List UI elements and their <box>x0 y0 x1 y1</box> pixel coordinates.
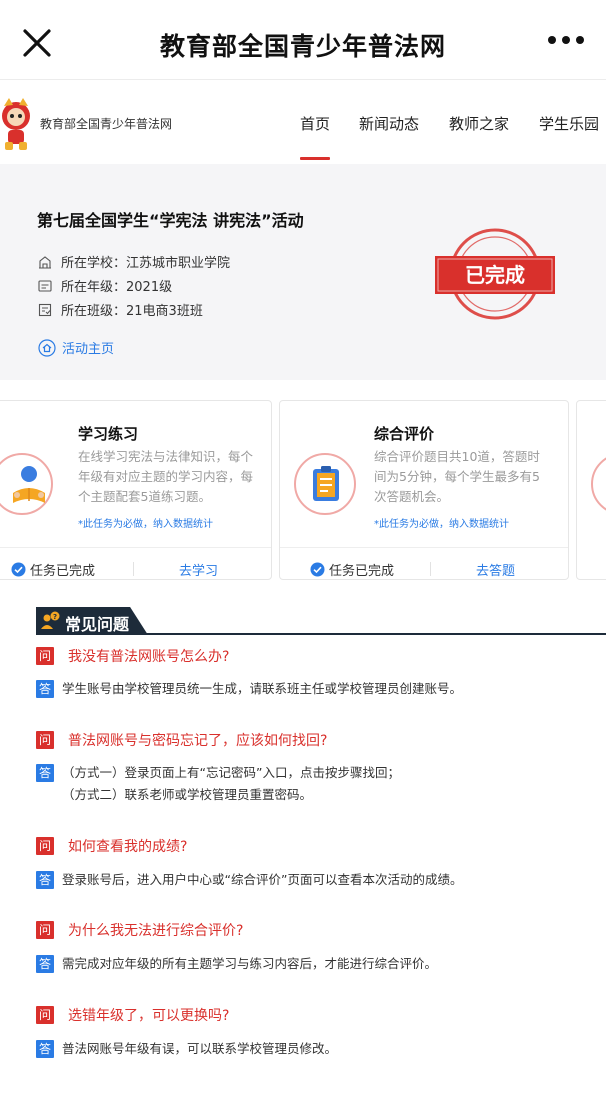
activity-home-link[interactable]: 活动主页 <box>38 338 114 357</box>
stamp-label: 已完成 <box>465 263 525 287</box>
home-link-label: 活动主页 <box>62 342 115 357</box>
task-card-evaluation: 综合评价 综合评价题目共10道，答题时 间为5分钟，每个学生最多有5 次答题机会… <box>279 400 569 580</box>
faq-question-1: 问我没有普法网账号怎么办? <box>36 646 229 666</box>
card-footer: 任务已完成 去答题 <box>280 547 568 579</box>
completed-stamp: 已完成 <box>435 228 555 320</box>
check-circle-icon <box>11 562 26 577</box>
faq-answer-1: 答 学生账号由学校管理员统一生成，请联系班主任或学校管理员创建账号。 <box>36 680 462 700</box>
card-title: 综合评价 <box>374 425 435 443</box>
nav-tab-news[interactable]: 新闻动态 <box>359 113 419 134</box>
school-icon <box>39 255 51 269</box>
site-header: 教育部全国青少年普法网 首页 新闻动态 教师之家 学生乐园 <box>0 80 606 164</box>
faq-tab: ? 常见问题 <box>36 607 148 635</box>
faq-header: ? 常见问题 <box>36 607 606 635</box>
mascot-logo-icon <box>2 98 30 150</box>
site-name: 教育部全国青少年普法网 <box>40 117 173 131</box>
grade-text: 所在年级：2021级 <box>61 280 173 295</box>
class-info: 所在班级：21电商3班班 <box>38 300 203 319</box>
nav-tab-home[interactable]: 首页 <box>300 113 330 134</box>
activity-title: 第七届全国学生“学宪法 讲宪法”活动 <box>37 211 304 230</box>
window-title: 教育部全国青少年普法网 <box>159 32 446 61</box>
card-note: *此任务为必做，纳入数据统计 <box>78 519 213 530</box>
grade-icon <box>38 279 52 292</box>
school-text: 所在学校：江苏城市职业学院 <box>61 256 231 271</box>
faq-question-2: 问普法网账号与密码忘记了，应该如何找回? <box>36 730 327 750</box>
faq-question-5: 问选错年级了，可以更换吗? <box>36 1005 229 1025</box>
faq-answer-5: 答 普法网账号年级有误，可以联系学校管理员修改。 <box>36 1040 337 1060</box>
svg-text:?: ? <box>53 613 57 621</box>
class-icon <box>38 303 52 316</box>
go-answer-button[interactable]: 去答题 <box>476 560 515 579</box>
faq-question-4: 问为什么我无法进行综合评价? <box>36 920 243 940</box>
class-text: 所在班级：21电商3班班 <box>61 304 203 319</box>
faq-users-icon: ? <box>41 611 60 629</box>
faq-question-3: 问如何查看我的成绩? <box>36 836 187 856</box>
task-status: 任务已完成 <box>11 560 95 579</box>
home-icon <box>38 338 56 357</box>
go-study-button[interactable]: 去学习 <box>179 560 218 579</box>
faq-answer-2: 答 （方式一）登录页面上有“忘记密码”入口，点击按步骤找回； （方式二）联系老师或… <box>36 764 400 806</box>
school-info: 所在学校：江苏城市职业学院 <box>38 252 230 271</box>
card-icon <box>591 453 606 515</box>
checklist-icon <box>294 453 356 515</box>
card-note: *此任务为必做，纳入数据统计 <box>374 519 509 530</box>
grade-info: 所在年级：2021级 <box>38 276 172 295</box>
activity-panel: 第七届全国学生“学宪法 讲宪法”活动 所在学校：江苏城市职业学院 所在年级：20… <box>0 164 606 380</box>
card-description: 综合评价题目共10道，答题时 间为5分钟，每个学生最多有5 次答题机会。 <box>374 449 540 504</box>
card-description: 在线学习宪法与法律知识，每个 年级有对应主题的学习内容，每 个主题配套5道练习题… <box>78 449 254 504</box>
card-footer: 任务已完成 去学习 <box>0 547 271 579</box>
nav-tab-teachers[interactable]: 教师之家 <box>449 113 509 134</box>
task-status: 任务已完成 <box>310 560 394 579</box>
faq-heading: 常见问题 <box>65 615 130 634</box>
card-title: 学习练习 <box>78 425 139 443</box>
check-circle-icon <box>310 562 325 577</box>
faq-answer-3: 答 登录账号后，进入用户中心或“综合评价”页面可以查看本次活动的成绩。 <box>36 871 462 891</box>
task-card-study: 学习练习 在线学习宪法与法律知识，每个 年级有对应主题的学习内容，每 个主题配套… <box>0 400 272 580</box>
reading-student-icon <box>0 453 53 515</box>
more-icon[interactable] <box>548 36 584 44</box>
faq-answer-4: 答 需完成对应年级的所有主题学习与练习内容后，才能进行综合评价。 <box>36 955 437 975</box>
title-bar: 教育部全国青少年普法网 <box>0 0 606 80</box>
task-card-partial[interactable] <box>576 400 606 580</box>
nav-tab-students[interactable]: 学生乐园 <box>539 113 599 134</box>
